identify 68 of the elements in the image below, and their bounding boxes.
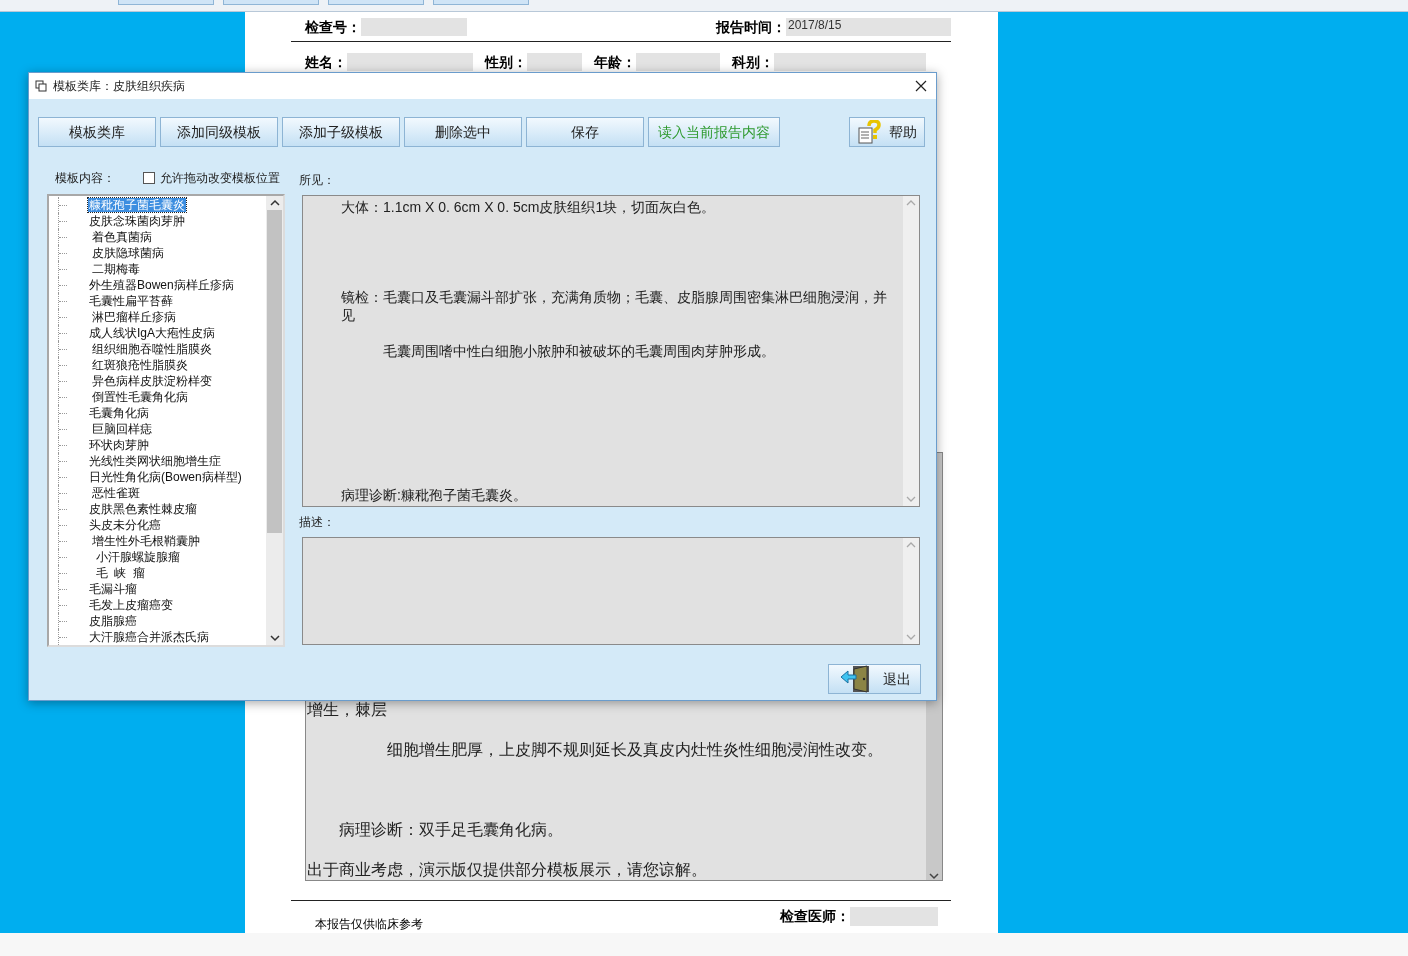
tree-item[interactable]: 毛发上皮瘤癌变	[88, 598, 174, 612]
tree-item[interactable]: 大汗腺癌合并派杰氏病	[88, 630, 210, 644]
report-text: 增生，棘层	[307, 700, 388, 721]
help-icon	[857, 120, 883, 144]
toolbar-button[interactable]: 添加子级模板	[282, 117, 400, 147]
findings-text: 镜检：毛囊口及毛囊漏斗部扩张，充满角质物；毛囊、皮脂腺周围密集淋巴细胞浸润，并见	[341, 288, 887, 324]
field-label: 年龄：	[594, 52, 636, 72]
tree-item[interactable]: 外生殖器Bowen病样丘疹病	[88, 278, 235, 292]
field-label: 科别：	[732, 52, 774, 72]
findings-text: 毛囊周围嗜中性白细胞小脓肿和被破坏的毛囊周围肉芽肿形成。	[382, 342, 776, 360]
toolbar-tab[interactable]	[328, 0, 424, 5]
tree-item[interactable]: 毛囊角化病	[88, 406, 150, 420]
findings-label: 所见：	[299, 172, 335, 189]
findings-text: 大体：1.1cm X 0. 6cm X 0. 5cm皮肤组织1块，切面灰白色。	[341, 198, 717, 216]
tree-item[interactable]: 着色真菌病	[88, 230, 154, 244]
tree-item[interactable]: 红斑狼疮性脂膜炎	[88, 358, 190, 372]
field-value: 2017/8/15	[786, 18, 951, 37]
description-label: 描述：	[299, 514, 335, 531]
field-label: 姓名：	[305, 52, 347, 72]
toolbar-button[interactable]: 添加同级模板	[160, 117, 278, 147]
toolbar-tab[interactable]	[223, 0, 319, 5]
tree-item[interactable]: 倒置性毛囊角化病	[88, 390, 190, 404]
window-icon	[35, 80, 47, 92]
tree-item[interactable]: 二期梅毒	[88, 262, 142, 276]
toolbar-tab[interactable]	[118, 0, 214, 5]
tree-item[interactable]: 毛囊性扁平苔藓	[88, 294, 174, 308]
checkbox[interactable]	[143, 172, 155, 184]
tree-item[interactable]: 恶性雀斑	[88, 486, 142, 500]
toolbar-button[interactable]: 删除选中	[404, 117, 522, 147]
tree-item[interactable]: 组织细胞吞噬性脂膜炎	[88, 342, 214, 356]
field-label: 报告时间：	[716, 17, 786, 37]
tree-item[interactable]: 皮肤黑色素性棘皮瘤	[88, 502, 198, 516]
tree-item[interactable]: 日光性角化病(Bowen病样型)	[88, 470, 243, 484]
field-label: 检查号：	[305, 17, 361, 37]
toolbar-tab[interactable]	[433, 0, 529, 5]
tree-item[interactable]: 巨脑回样痣	[88, 422, 154, 436]
findings-text: 病理诊断:糠秕孢子菌毛囊炎。	[341, 486, 528, 504]
toolbar-button[interactable]: 模板类库	[38, 117, 156, 147]
scrollbar[interactable]	[266, 196, 283, 645]
close-icon	[915, 80, 927, 92]
tree-item[interactable]: 光线性类网状细胞增生症	[88, 454, 222, 468]
tree-item[interactable]: 淋巴瘤样丘疹病	[88, 310, 178, 324]
report-text: 病理诊断：双手足毛囊角化病。	[338, 820, 564, 841]
tree-item[interactable]: 头皮未分化癌	[88, 518, 162, 532]
doctor-label: 检查医师：	[780, 907, 850, 926]
scroll-down-icon[interactable]	[929, 872, 939, 881]
tree-item[interactable]: 毛漏斗瘤	[88, 582, 138, 596]
exit-button[interactable]: 退出	[828, 664, 921, 694]
tree-item[interactable]: 毛 峡 瘤	[88, 566, 146, 580]
report-text: 细胞增生肥厚，上皮脚不规则延长及真皮内灶性炎性细胞浸润性改变。	[386, 740, 884, 761]
checkbox-label: 允许拖动改变模板位置	[160, 170, 280, 187]
tree-item[interactable]: 增生性外毛根鞘囊肿	[88, 534, 202, 548]
report-text: 出于商业考虑，演示版仅提供部分模板展示，请您谅解。	[307, 860, 708, 881]
tree-item[interactable]: 皮肤隐球菌病	[88, 246, 166, 260]
toolbar-button[interactable]: 保存	[526, 117, 644, 147]
tree-item[interactable]: 皮肤念珠菌肉芽肿	[88, 214, 186, 228]
tree-item[interactable]: 皮脂腺癌	[88, 614, 138, 628]
tree-item[interactable]: 异色病样皮肤淀粉样变	[88, 374, 214, 388]
tree-item[interactable]: 环状肉芽肿	[88, 438, 150, 452]
template-label: 模板内容：	[55, 170, 115, 187]
window-title: 模板类库：皮肤组织疾病	[53, 78, 185, 95]
field-label: 性别：	[485, 52, 527, 72]
footer-note: 本报告仅供临床参考	[315, 916, 423, 933]
scroll-thumb[interactable]	[267, 210, 282, 533]
tree-item[interactable]: 成人线状IgA大疱性皮病	[88, 326, 216, 340]
field-value	[527, 53, 582, 72]
help-button[interactable]: 帮助	[849, 117, 925, 147]
tree-item[interactable]: 小汗腺螺旋腺瘤	[88, 550, 181, 564]
